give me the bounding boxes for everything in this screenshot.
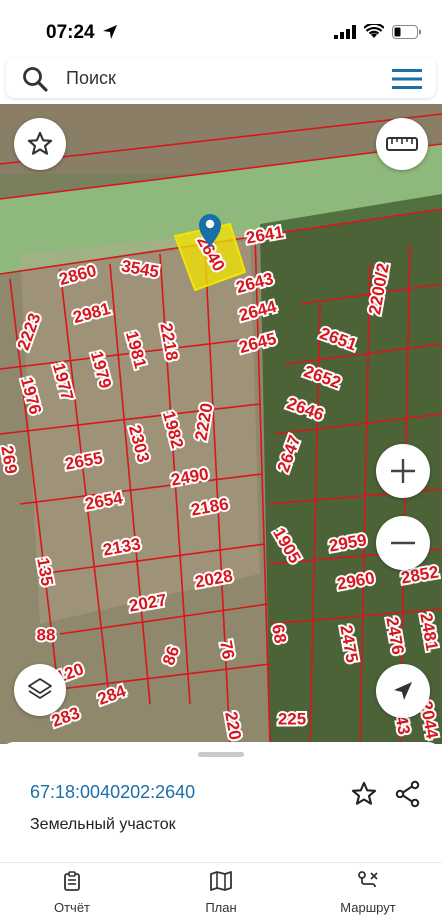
plot-number-label[interactable]: 68 <box>266 621 292 647</box>
star-icon[interactable] <box>350 780 378 808</box>
wifi-icon <box>364 24 384 38</box>
zoom-in-button[interactable] <box>376 444 430 498</box>
tab-plan[interactable]: План <box>171 871 271 915</box>
plus-icon <box>391 459 415 483</box>
plot-number-label[interactable]: 269 <box>0 442 23 477</box>
map-view[interactable]: 2640 2641 3545 2860 2200/2 2643 2644 2645 2981 22… <box>0 104 442 744</box>
tab-report[interactable]: Отчёт <box>22 871 122 915</box>
minus-icon <box>391 541 415 545</box>
layers-button[interactable] <box>14 664 66 716</box>
ruler-icon <box>386 137 418 151</box>
system-icons <box>334 24 422 39</box>
route-icon <box>358 871 378 888</box>
signal-icon <box>334 24 356 39</box>
cadastral-number[interactable]: 67:18:0040202:2640 <box>30 782 195 803</box>
locate-button[interactable] <box>376 664 430 718</box>
parcel-type: Земельный участок <box>30 816 176 833</box>
layers-icon <box>28 678 52 699</box>
tab-route[interactable]: Маршрут <box>318 871 418 915</box>
sheet-handle[interactable] <box>198 752 244 757</box>
ruler-button[interactable] <box>376 118 428 170</box>
location-services-icon <box>103 25 117 39</box>
battery-icon <box>392 24 421 39</box>
tab-bar: Отчёт План Маршрут <box>0 862 442 915</box>
share-icon[interactable] <box>394 780 422 808</box>
map-plan-icon <box>210 871 232 891</box>
plot-number-label[interactable]: 225 <box>276 707 308 730</box>
search-bar[interactable]: Поиск <box>6 58 436 98</box>
status-bar: 07:24 <box>0 0 442 60</box>
menu-icon[interactable] <box>392 68 422 90</box>
favorite-button[interactable] <box>14 118 66 170</box>
report-icon <box>64 871 80 891</box>
tab-report-label: Отчёт <box>53 900 91 915</box>
plot-number-label[interactable]: 88 <box>35 623 58 646</box>
map-canvas[interactable]: 2640 264135452860 2200/2264326442645298122… <box>0 104 442 744</box>
search-icon <box>23 67 48 92</box>
star-icon <box>27 131 53 155</box>
status-time: 07:24 <box>46 22 95 43</box>
plot-info-sheet[interactable]: 67:18:0040202:2640 Земельный участок <box>0 742 442 862</box>
tab-plan-label: План <box>205 900 237 915</box>
search-input[interactable]: Поиск <box>66 68 116 89</box>
tab-route-label: Маршрут <box>340 900 396 915</box>
zoom-out-button[interactable] <box>376 516 430 570</box>
plot-number-label[interactable]: 76 <box>214 637 240 663</box>
location-arrow-icon <box>394 682 412 700</box>
